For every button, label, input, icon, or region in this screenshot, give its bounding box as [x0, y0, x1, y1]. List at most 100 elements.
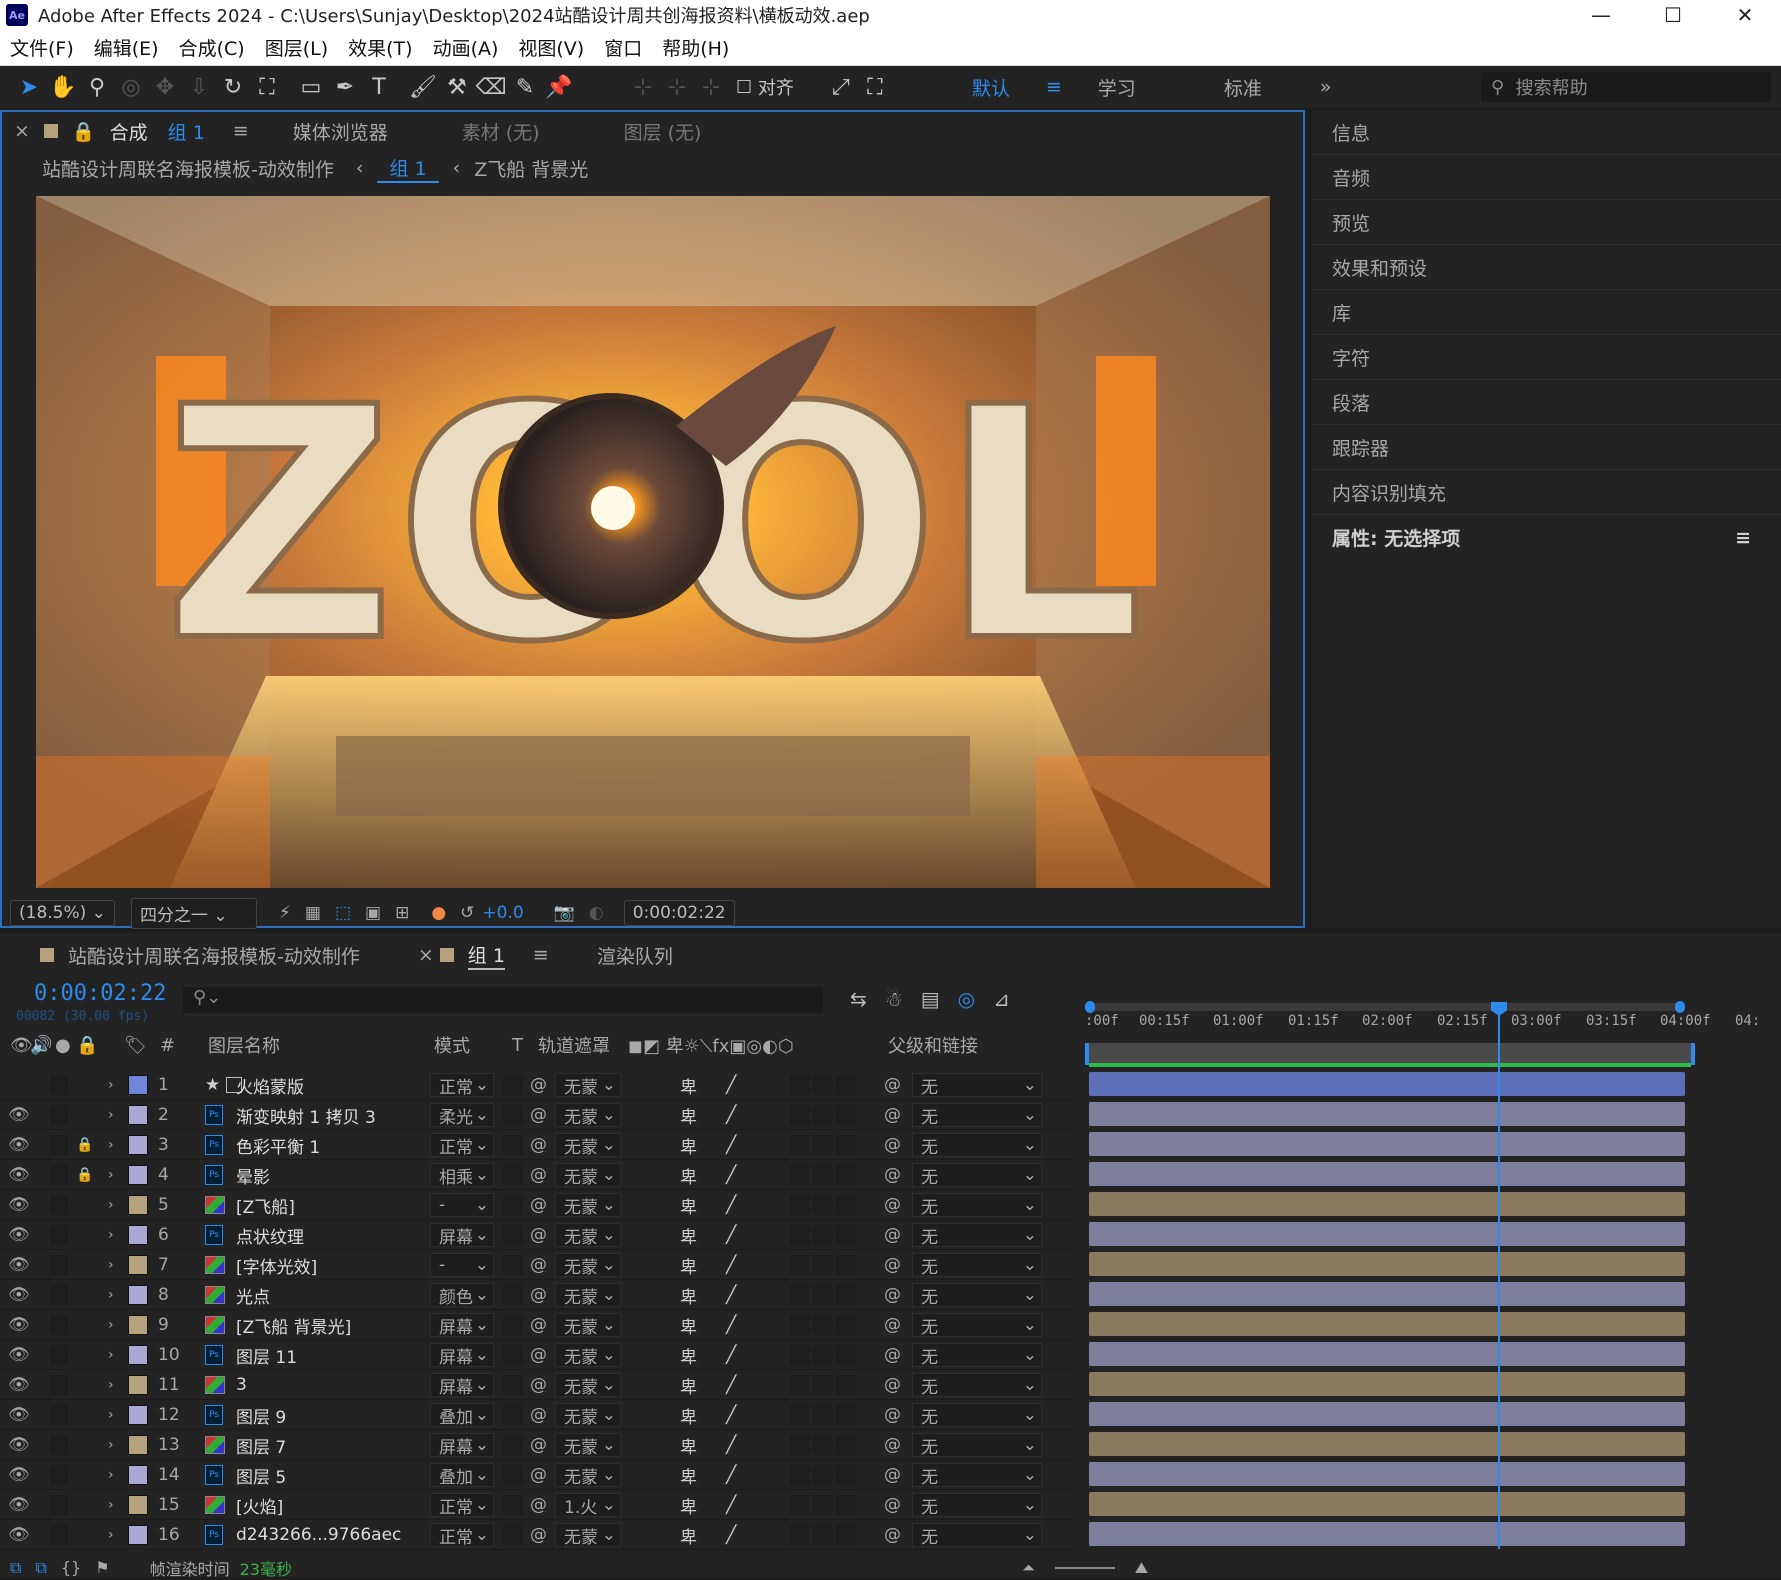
label-color-swatch[interactable] [128, 1315, 148, 1335]
solo-toggle[interactable] [50, 1075, 68, 1095]
solo-toggle[interactable] [50, 1225, 68, 1245]
panel-character[interactable]: 字符 [1312, 335, 1781, 380]
3d-switch[interactable] [836, 1375, 856, 1395]
layer-search-input[interactable]: ⚲⌄ [183, 987, 823, 1013]
parent-pickwhip-icon[interactable]: @ [884, 1460, 901, 1490]
blend-switch[interactable] [790, 1285, 810, 1305]
3d-switch[interactable] [836, 1345, 856, 1365]
preserve-transparency-toggle[interactable] [503, 1165, 523, 1185]
parent-dropdown[interactable]: 无 ⌄ [912, 1283, 1042, 1308]
parent-pickwhip-icon[interactable]: @ [884, 1130, 901, 1160]
work-area-bar[interactable] [1085, 1043, 1695, 1067]
adjustment-switch[interactable] [812, 1135, 832, 1155]
show-snapshot-icon[interactable]: ◐ [589, 903, 604, 923]
lock-icon[interactable]: 🔒 [72, 120, 96, 143]
parent-pickwhip-icon[interactable]: @ [884, 1520, 901, 1550]
track-matte-dropdown[interactable]: 无蒙 ⌄ [555, 1103, 621, 1128]
guides-icon[interactable]: ⊞ [395, 903, 409, 923]
quality-switch-icon[interactable]: ╱ [726, 1100, 736, 1130]
adjustment-switch[interactable] [812, 1105, 832, 1125]
adjustment-switch[interactable] [812, 1435, 832, 1455]
workspace-learn[interactable]: 学习 [1098, 74, 1136, 101]
label-color-swatch[interactable] [128, 1225, 148, 1245]
tab-layer[interactable]: 图层 (无) [624, 118, 702, 145]
lock-toggle-icon[interactable] [76, 1100, 92, 1130]
layer-duration-bar[interactable] [1089, 1462, 1685, 1486]
layer-row[interactable]: 👁 › 14 Ps 图层 5 叠加 ⌄ @ 无蒙 ⌄ 卑 ╱ @ 无 ⌄ [0, 1460, 1075, 1490]
parent-dropdown[interactable]: 无 ⌄ [912, 1073, 1042, 1098]
visibility-toggle-icon[interactable]: 👁 [8, 1520, 30, 1550]
shy-switch-icon[interactable]: 卑 [680, 1190, 697, 1220]
solo-toggle[interactable] [50, 1135, 68, 1155]
menu-layer[interactable]: 图层(L) [265, 34, 328, 61]
pen-tool-icon[interactable]: ✒ [328, 70, 362, 104]
shy-switch-icon[interactable]: 卑 [680, 1250, 697, 1280]
label-color-swatch[interactable] [128, 1375, 148, 1395]
track-matte-dropdown[interactable]: 无蒙 ⌄ [555, 1073, 621, 1098]
layer-row[interactable]: 👁 🔒 › 4 Ps 晕影 相乘 ⌄ @ 无蒙 ⌄ 卑 ╱ @ 无 ⌄ [0, 1160, 1075, 1190]
preserve-transparency-toggle[interactable] [503, 1465, 523, 1485]
lock-toggle-icon[interactable] [76, 1370, 92, 1400]
lock-toggle-icon[interactable] [76, 1220, 92, 1250]
quality-switch-icon[interactable]: ╱ [726, 1460, 736, 1490]
blend-switch[interactable] [790, 1375, 810, 1395]
blend-mode-dropdown[interactable]: 屏幕 ⌄ [430, 1373, 494, 1398]
panel-audio[interactable]: 音频 [1312, 155, 1781, 200]
track-matte-dropdown[interactable]: 无蒙 ⌄ [555, 1133, 621, 1158]
shy-switch-icon[interactable]: 卑 [680, 1430, 697, 1460]
shy-switch-icon[interactable]: 卑 [680, 1310, 697, 1340]
visibility-toggle-icon[interactable]: 👁 [8, 1400, 30, 1430]
quality-switch-icon[interactable]: ╱ [726, 1070, 736, 1100]
breadcrumb-child[interactable]: Z飞船 背景光 [474, 155, 588, 182]
parent-dropdown[interactable]: 无 ⌄ [912, 1463, 1042, 1488]
layer-duration-bar[interactable] [1089, 1192, 1685, 1216]
shy-switch-icon[interactable]: 卑 [680, 1490, 697, 1520]
lock-toggle-icon[interactable] [76, 1340, 92, 1370]
layer-name[interactable]: 图层 11 [236, 1340, 297, 1370]
matte-pickwhip-icon[interactable]: @ [530, 1520, 547, 1550]
playhead[interactable] [1491, 1002, 1507, 1549]
menu-help[interactable]: 帮助(H) [662, 34, 729, 61]
expand-chevron-icon[interactable]: › [108, 1340, 114, 1370]
brush-tool-icon[interactable]: 🖌 [406, 70, 440, 104]
expand-chevron-icon[interactable]: › [108, 1310, 114, 1340]
blend-switch[interactable] [790, 1315, 810, 1335]
blend-switch[interactable] [790, 1255, 810, 1275]
expand-chevron-icon[interactable]: › [108, 1130, 114, 1160]
layer-row[interactable]: 👁 › 9 [Z飞船 背景光] 屏幕 ⌄ @ 无蒙 ⌄ 卑 ╱ @ 无 ⌄ [0, 1310, 1075, 1340]
lock-toggle-icon[interactable] [76, 1490, 92, 1520]
parent-dropdown[interactable]: 无 ⌄ [912, 1403, 1042, 1428]
layer-duration-bar[interactable] [1089, 1312, 1685, 1336]
layer-row[interactable]: 👁 › 2 Ps 渐变映射 1 拷贝 3 柔光 ⌄ @ 无蒙 ⌄ 卑 ╱ @ 无 ⌄ [0, 1100, 1075, 1130]
lock-toggle-icon[interactable] [76, 1400, 92, 1430]
adjustment-switch[interactable] [812, 1315, 832, 1335]
work-area-scrollbar[interactable] [1085, 1001, 1685, 1013]
solo-toggle[interactable] [50, 1315, 68, 1335]
search-help-field[interactable]: ⚲ 搜索帮助 [1481, 72, 1771, 102]
workspace-overflow-icon[interactable]: » [1320, 76, 1332, 98]
layer-row[interactable]: 👁 🔒 › 3 Ps 色彩平衡 1 正常 ⌄ @ 无蒙 ⌄ 卑 ╱ @ 无 ⌄ [0, 1130, 1075, 1160]
layer-name[interactable]: 火焰蒙版 [236, 1070, 304, 1100]
shy-switch-icon[interactable]: 卑 [680, 1130, 697, 1160]
current-time[interactable]: 0:00:02:22 [34, 981, 166, 1006]
visibility-toggle-icon[interactable]: 👁 [8, 1130, 30, 1160]
anchor-tool-icon[interactable]: ⛶ [250, 70, 284, 104]
roto-tool-icon[interactable]: ✎ [508, 70, 542, 104]
minimize-button[interactable]: — [1565, 0, 1637, 30]
layer-row[interactable]: 👁 › 8 光点 颜色 ⌄ @ 无蒙 ⌄ 卑 ╱ @ 无 ⌄ [0, 1280, 1075, 1310]
graph-editor-icon[interactable]: ⊿ [993, 987, 1010, 1011]
3d-switch[interactable] [836, 1135, 856, 1155]
toggle-switches-icon[interactable]: {} [61, 1558, 81, 1577]
blend-mode-dropdown[interactable]: 正常 ⌄ [430, 1073, 494, 1098]
layer-row[interactable]: 👁 › 10 Ps 图层 11 屏幕 ⌄ @ 无蒙 ⌄ 卑 ╱ @ 无 ⌄ [0, 1340, 1075, 1370]
axis-view-icon[interactable]: ⊹ [694, 70, 728, 104]
layer-name[interactable]: 图层 7 [236, 1430, 286, 1460]
snapshot-icon[interactable]: 📷 [554, 903, 575, 923]
menu-file[interactable]: 文件(F) [10, 34, 74, 61]
label-color-swatch[interactable] [128, 1195, 148, 1215]
eraser-tool-icon[interactable]: ⌫ [474, 70, 508, 104]
preserve-transparency-toggle[interactable] [503, 1195, 523, 1215]
solo-toggle[interactable] [50, 1525, 68, 1545]
track-matte-dropdown[interactable]: 无蒙 ⌄ [555, 1283, 621, 1308]
track-matte-dropdown[interactable]: 1.火 ⌄ [555, 1493, 621, 1518]
